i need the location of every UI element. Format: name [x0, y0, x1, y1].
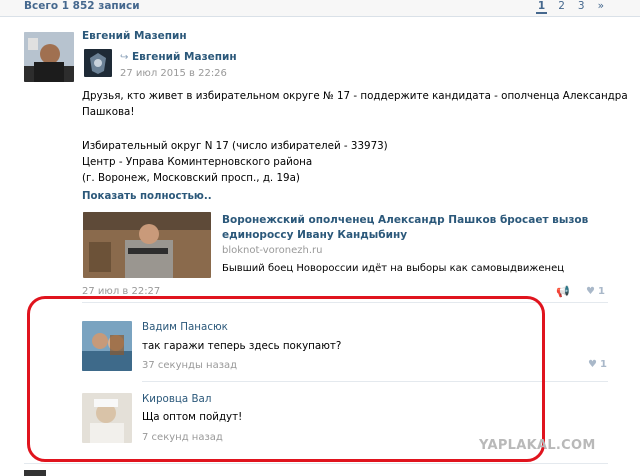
- highlight-annotation: [27, 296, 545, 462]
- bottom-divider: [24, 463, 608, 464]
- link-thumbnail[interactable]: [83, 212, 211, 278]
- post-text-line-6: (г. Воронеж, Московский просп., д. 19а): [82, 172, 300, 184]
- avatar-photo: [24, 32, 74, 82]
- page-1-link[interactable]: 1: [535, 0, 548, 14]
- repost-icon: ↪: [120, 52, 129, 63]
- repost-author-name[interactable]: Евгений Мазепин: [132, 51, 237, 63]
- megaphone-icon[interactable]: 📢: [556, 285, 570, 298]
- link-title-line-2[interactable]: единороссу Ивану Кандыбину: [222, 228, 407, 243]
- page-2-link[interactable]: 2: [556, 0, 567, 14]
- comment-like-count: 1: [599, 359, 607, 370]
- link-title-line-1[interactable]: Воронежский ополченец Александр Пашков б…: [222, 213, 588, 228]
- records-header: Всего 1 852 записи 1 2 3 »: [0, 0, 640, 17]
- next-post-avatar: [24, 470, 46, 476]
- post-text-line-5: Центр - Управа Коминтерновского района: [82, 156, 313, 168]
- page-3-link[interactable]: 3: [576, 0, 587, 14]
- link-thumbnail-image: [83, 212, 211, 278]
- comment-like-button[interactable]: ♥ 1: [588, 359, 607, 370]
- emblem-icon: [84, 49, 112, 77]
- post-text-line-2: Пашкова!: [82, 106, 135, 118]
- records-count: Всего 1 852 записи: [24, 0, 140, 12]
- heart-icon: ♥: [588, 359, 597, 370]
- pagination: 1 2 3 »: [535, 0, 606, 14]
- repost-date[interactable]: 27 июл 2015 в 22:26: [120, 68, 227, 79]
- link-description: Бывший боец Новороссии идёт на выборы ка…: [222, 263, 565, 274]
- next-page-link[interactable]: »: [596, 0, 606, 14]
- watermark: YAPLAKAL.COM: [479, 438, 596, 453]
- repost-author-avatar[interactable]: [84, 49, 112, 77]
- post-author-name[interactable]: Евгений Мазепин: [82, 30, 187, 42]
- post-text-line-1: Друзья, кто живет в избирательном округе…: [82, 90, 628, 102]
- link-domain[interactable]: bloknot-voronezh.ru: [222, 245, 323, 256]
- heart-icon: ♥: [586, 286, 595, 297]
- post-text-line-4: Избирательный округ N 17 (число избирате…: [82, 140, 388, 152]
- show-more-link[interactable]: Показать полностью..: [82, 191, 212, 202]
- post-like-button[interactable]: ♥ 1: [586, 286, 605, 297]
- post-like-count: 1: [597, 286, 605, 297]
- post-author-avatar[interactable]: [24, 32, 74, 82]
